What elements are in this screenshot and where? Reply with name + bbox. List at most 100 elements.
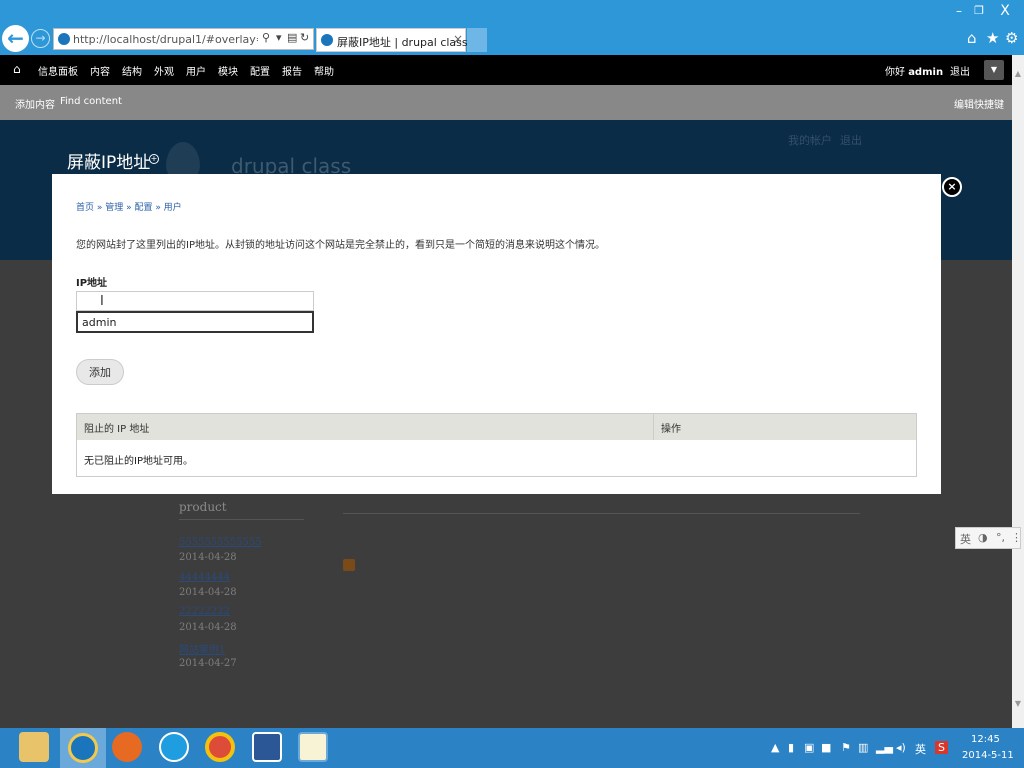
menu-modules[interactable]: 模块 [218,63,238,78]
greeting-text: 你好 [885,67,905,78]
gear-icon[interactable]: ⚙ [1005,29,1018,47]
rss-feed-icon[interactable] [343,559,355,571]
username-link[interactable]: admin [908,67,943,78]
menu-configuration[interactable]: 配置 [250,63,270,78]
my-account-link[interactable]: 我的帐户 [788,132,832,148]
add-shortcut-plus-icon[interactable]: + [149,154,159,164]
ime-menu-icon[interactable]: ⋮ [1011,531,1022,544]
table-empty-message: 无已阻止的IP地址可用。 [84,456,193,467]
tab-blocked-ip[interactable]: 屏蔽IP地址 | drupal class × [316,28,468,52]
user-greeting: 你好 admin [885,63,943,78]
menu-reports[interactable]: 报告 [282,63,302,78]
menu-people[interactable]: 用户 [186,63,206,78]
product-link[interactable]: 22222222 [179,606,230,617]
task-manager-icon[interactable] [298,732,328,762]
menu-dashboard[interactable]: 信息面板 [38,63,78,78]
tray-app-icon[interactable]: ▮ [788,741,794,754]
table-header-ip[interactable]: 阻止的 IP 地址 [77,414,654,440]
page-scrollbar[interactable]: ▲ ▼ [1012,55,1024,728]
show-hidden-icons-icon[interactable]: ▲ [771,741,779,754]
breadcrumb[interactable]: 首页 » 管理 » 配置 » 用户 [76,200,182,213]
scroll-down-arrow-icon[interactable]: ▼ [1012,699,1024,708]
overlay-close-button[interactable]: × [942,177,962,197]
menu-appearance[interactable]: 外观 [154,63,174,78]
menu-content[interactable]: 内容 [90,63,110,78]
taskbar-ie-active[interactable] [60,728,106,768]
autocomplete-dropdown[interactable]: admin [76,311,314,333]
clock-time[interactable]: 12:45 [971,734,1000,745]
content-divider [343,513,860,514]
forward-button[interactable]: → [31,29,50,48]
table-header-ip-label: 阻止的 IP 地址 [84,424,150,435]
product-date: 2014-04-28 [179,552,237,563]
restore-button[interactable]: ❐ [970,2,988,20]
tray-network-icon[interactable]: ▣ [804,741,814,754]
site-logout-link[interactable]: 退出 [840,132,862,148]
ie-page-icon [58,33,70,45]
tab-close-icon[interactable]: × [453,32,463,46]
ime-moon-icon[interactable]: ◑ [978,531,988,544]
blocked-ip-table: 阻止的 IP 地址 操作 无已阻止的IP地址可用。 [76,413,917,477]
tray-app-icon[interactable]: ▥ [858,741,868,754]
ime-toolbar[interactable]: 英 ◑ °, ⋮ [955,527,1022,549]
menu-structure[interactable]: 结构 [122,63,142,78]
dropdown-arrow-icon[interactable]: ▾ [276,31,282,44]
refresh-icon[interactable]: ↻ [300,31,309,44]
firefox-icon[interactable] [112,732,142,762]
product-link[interactable]: 网站案例1 [179,641,225,656]
compatibility-view-icon[interactable]: ▤ [287,31,297,44]
ip-address-label: IP地址 [76,278,108,289]
shortcut-find-content[interactable]: Find content [60,96,122,107]
skype-icon[interactable] [159,732,189,762]
address-bar[interactable]: http://localhost/drupal1/#overlay=admin/… [53,28,314,50]
admin-menu: 信息面板 内容 结构 外观 用户 模块 配置 报告 帮助 [38,63,346,78]
home-icon[interactable]: ⌂ [967,29,977,47]
ime-punctuation-icon[interactable]: °, [996,531,1005,544]
table-header-operations: 操作 [654,414,916,440]
file-explorer-icon[interactable] [19,732,49,762]
page-title: 屏蔽IP地址 [67,153,151,173]
autocomplete-option[interactable]: admin [82,316,116,329]
internet-explorer-icon [68,733,98,763]
search-icon[interactable]: ⚲ [262,31,270,44]
product-date: 2014-04-27 [179,658,237,669]
ime-language-indicator[interactable]: 英 [960,531,971,547]
clock-date[interactable]: 2014-5-11 [962,750,1014,761]
product-link[interactable]: 5555555555555 [179,537,262,548]
favorites-star-icon[interactable]: ★ [986,29,999,47]
shortcut-add-content[interactable]: 添加内容 [15,96,55,111]
browser-chrome: – ❐ X ← → http://localhost/drupal1/#over… [0,0,1024,55]
windows-taskbar: ▲ ▮ ▣ ■ ⚑ ▥ ▂▄ ◂) 英 S 12:45 2014-5-11 [0,728,1024,768]
page-description: 您的网站封了这里列出的IP地址。从封锁的地址访问这个网站是完全禁止的，看到只是一… [76,240,605,251]
signal-bars-icon[interactable]: ▂▄ [876,741,893,754]
url-text[interactable]: http://localhost/drupal1/#overlay=admin/… [73,32,258,47]
window-close-button[interactable]: X [990,2,1020,20]
new-tab-button[interactable] [467,28,487,52]
menu-help[interactable]: 帮助 [314,63,334,78]
edit-shortcuts-link[interactable]: 编辑快捷键 [954,96,1004,111]
scroll-up-arrow-icon[interactable]: ▲ [1012,69,1024,78]
chrome-icon[interactable] [205,732,235,762]
toolbar-toggle-button[interactable]: ▼ [984,60,1004,80]
tray-flag-icon[interactable]: ⚑ [841,741,851,754]
ip-address-input[interactable] [76,291,314,311]
volume-icon[interactable]: ◂) [896,741,906,754]
add-button[interactable]: 添加 [76,359,124,385]
back-button[interactable]: ← [2,25,29,52]
admin-toolbar: ⌂ 信息面板 内容 结构 外观 用户 模块 配置 报告 帮助 你好 admin … [0,55,1012,85]
overlay-dialog: 首页 » 管理 » 配置 » 用户 您的网站封了这里列出的IP地址。从封锁的地址… [52,174,941,494]
sogou-ime-icon[interactable]: S [935,741,948,754]
tray-language-indicator[interactable]: 英 [915,741,926,757]
product-link[interactable]: 44444444 [179,572,230,583]
logout-link[interactable]: 退出 [950,63,970,78]
product-date: 2014-04-28 [179,622,237,633]
shortcut-bar: 添加内容 Find content 编辑快捷键 [0,85,1012,120]
sidebar-divider [179,519,304,520]
tray-app-icon[interactable]: ■ [821,741,831,754]
product-date: 2014-04-28 [179,587,237,598]
word-icon[interactable] [252,732,282,762]
table-header-operations-label: 操作 [661,424,681,435]
home-icon[interactable]: ⌂ [13,62,21,76]
tab-title: 屏蔽IP地址 | drupal class [337,36,468,49]
minimize-button[interactable]: – [948,2,970,20]
